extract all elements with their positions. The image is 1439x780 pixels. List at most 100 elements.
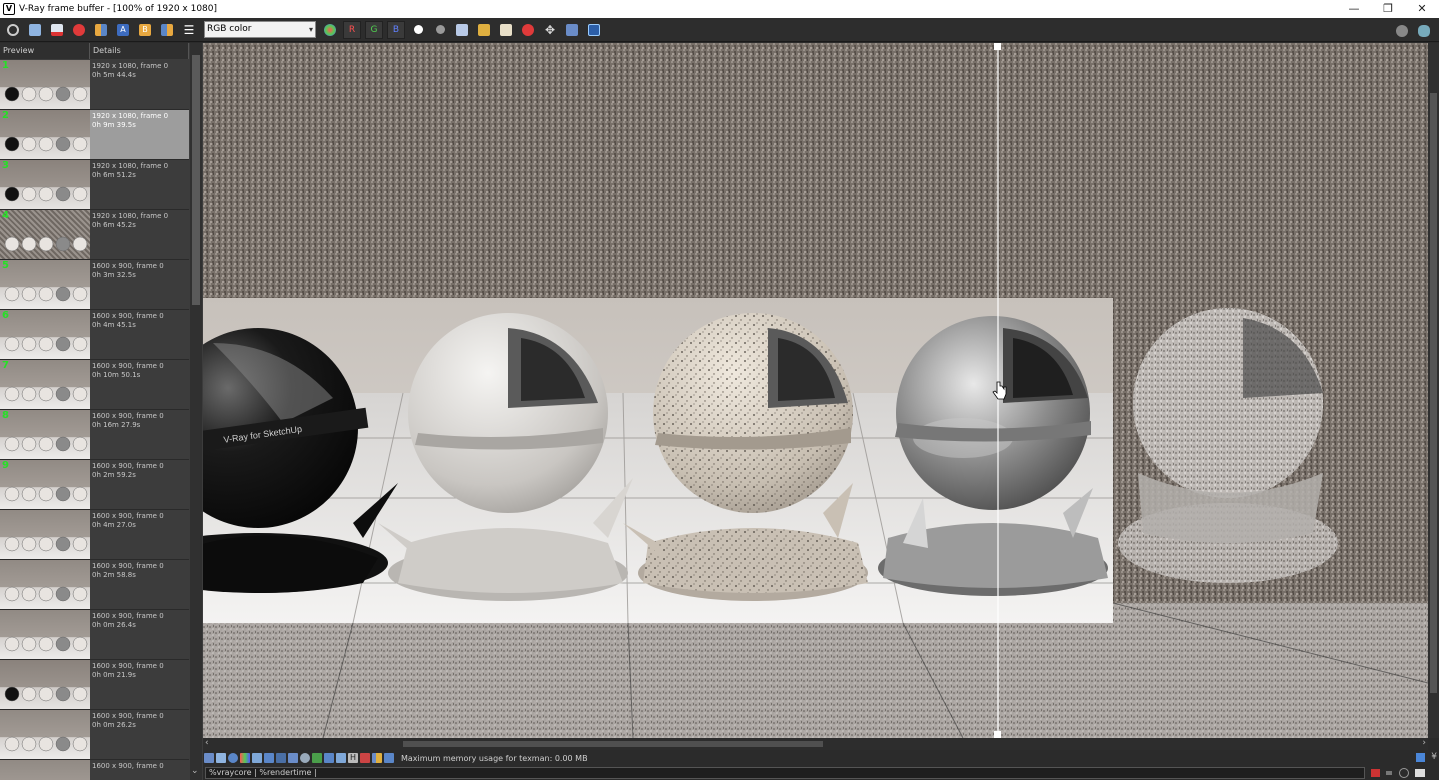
scroll-left-icon[interactable]: ‹ [205,738,209,748]
viewport-vertical-scrollbar[interactable] [1428,43,1439,738]
background-icon[interactable] [324,753,334,763]
history-scrollbar-thumb[interactable] [192,55,200,305]
channel-select-value: RGB color [207,24,252,34]
title-bar: V V-Ray frame buffer - [100% of 1920 x 1… [0,0,1439,18]
save-icon[interactable] [25,20,45,40]
viewport-horizontal-scrollbar[interactable]: ‹ › [203,738,1428,750]
history-item-resolution: 1920 x 1080, frame 0 [92,112,169,120]
stamp-font-icon[interactable] [1399,768,1409,778]
pixel-aspect-icon[interactable] [360,753,370,763]
sphere-icon[interactable] [1392,21,1412,41]
ocio-icon[interactable] [312,753,322,763]
save-all-icon[interactable] [47,20,67,40]
toggle-panel-icon[interactable] [1416,753,1425,762]
history-item[interactable]: 1600 x 900, frame 0 0h 0m 26.2s [0,710,189,760]
stamp-apply-icon[interactable] [1415,769,1425,777]
bloom-icon[interactable] [336,753,346,763]
curves-icon[interactable] [252,753,262,763]
history-item[interactable]: 1600 x 900, frame 0 0h 0m 26.4s [0,610,189,660]
history-scrollbar[interactable] [190,43,202,780]
history-thumbnail [0,410,90,459]
history-item[interactable]: 2 1920 x 1080, frame 0 0h 9m 39.5s [0,110,189,160]
stamp-color-icon[interactable] [1371,769,1380,777]
history-item[interactable]: 3 1920 x 1080, frame 0 0h 6m 51.2s [0,160,189,210]
history-item[interactable]: 9 1600 x 900, frame 0 0h 2m 59.2s [0,460,189,510]
set-a-icon[interactable]: A [113,20,133,40]
history-list: 1 1920 x 1080, frame 0 0h 5m 44.4s 2 1920 x … [0,60,189,780]
vfb-settings-icon[interactable] [228,753,238,763]
history-item[interactable]: 4 1920 x 1080, frame 0 0h 6m 45.2s [0,210,189,260]
alpha-icon[interactable] [430,20,450,40]
history-item-details: 1920 x 1080, frame 0 0h 6m 51.2s [92,162,168,180]
render-viewport[interactable]: V-Ray for SketchUp etchUp [203,43,1428,738]
divider-handle-bottom[interactable] [994,731,1001,738]
viewport-horizontal-scrollbar-thumb[interactable] [403,741,823,747]
details-column-header[interactable]: Details [90,43,189,59]
teapot-icon[interactable] [1414,21,1434,41]
history-thumbnail [0,460,90,509]
history-item[interactable]: 6 1600 x 900, frame 0 0h 4m 45.1s [0,310,189,360]
clear-image-icon[interactable] [496,20,516,40]
history-item-resolution: 1600 x 900, frame 0 [92,262,164,270]
track-mouse-icon[interactable]: ✥ [540,20,560,40]
history-item-details: 1600 x 900, frame 0 0h 2m 58.8s [92,562,164,580]
close-icon[interactable]: ✕ [1405,0,1439,18]
blue-channel-button[interactable]: B [387,20,405,39]
history-item-rendertime: 0h 4m 27.0s [92,521,136,529]
history-item[interactable]: 8 1600 x 900, frame 0 0h 16m 27.9s [0,410,189,460]
scroll-right-icon[interactable]: › [1422,738,1426,748]
power-icon[interactable] [3,20,23,40]
load-image-icon[interactable] [474,20,494,40]
info-icon[interactable] [384,753,394,763]
log-icon[interactable] [216,753,226,763]
compare-ab-icon[interactable] [91,20,111,40]
exposure-icon[interactable] [276,753,286,763]
history-item[interactable]: 1600 x 900, frame 0 0h 2m 58.8s [0,560,189,610]
lens-effects-icon[interactable] [584,20,604,40]
save-image-icon[interactable] [452,20,472,40]
stop-render-icon[interactable] [518,20,538,40]
history-item-resolution: 1600 x 900, frame 0 [92,412,164,420]
history-thumbnail [0,310,90,359]
hsv-icon[interactable] [264,753,274,763]
history-item[interactable]: 7 1600 x 900, frame 0 0h 10m 50.1s [0,360,189,410]
h-icon[interactable]: H [348,753,358,763]
restore-icon[interactable]: ❐ [1371,0,1405,18]
set-b-icon[interactable]: B [135,20,155,40]
clear-icon[interactable] [69,20,89,40]
history-item[interactable]: 5 1600 x 900, frame 0 0h 3m 32.5s [0,260,189,310]
history-item[interactable]: 1600 x 900, frame 0 0h 4m 27.0s [0,510,189,560]
lut-icon[interactable] [300,753,310,763]
viewport-vertical-scrollbar-thumb[interactable] [1430,93,1437,693]
divider-handle-top[interactable] [994,43,1001,50]
chevron-down-icon[interactable]: ⌄ [191,766,199,776]
levels-icon[interactable] [240,753,250,763]
history-item-resolution: 1920 x 1080, frame 0 [92,212,169,220]
color-correction-icon[interactable] [320,20,340,40]
noisy-material-sphere [1118,308,1338,583]
history-item-details: 1600 x 900, frame 0 0h 0m 21.9s [92,662,164,680]
history-item[interactable]: 1 1920 x 1080, frame 0 0h 5m 44.4s [0,60,189,110]
history-item-resolution: 1600 x 900, frame 0 [92,662,164,670]
stamp-align-icon[interactable] [1386,771,1392,775]
channel-select[interactable]: RGB color ▾ [204,21,316,38]
preview-column-header[interactable]: Preview [0,43,90,59]
red-channel-button[interactable]: R [343,20,361,39]
green-channel-button[interactable]: G [365,20,383,39]
history-item-rendertime: 0h 5m 44.4s [92,71,136,79]
swap-ab-icon[interactable] [157,20,177,40]
history-item[interactable]: 1600 x 900, frame 0 [0,760,189,780]
history-item-number: 8 [2,410,9,421]
stamp-input[interactable]: %vraycore | %rendertime | [205,767,1365,779]
region-render-icon[interactable] [562,20,582,40]
white-balance-icon[interactable] [288,753,298,763]
history-thumbnail [0,360,90,409]
history-item[interactable]: 1600 x 900, frame 0 0h 0m 21.9s [0,660,189,710]
minimize-icon[interactable]: — [1337,0,1371,18]
history-menu-icon[interactable]: ☰ [179,20,199,40]
mono-icon[interactable] [408,20,428,40]
expand-icon[interactable]: ¥ [1431,752,1437,762]
sRGB-icon[interactable] [372,753,382,763]
stamp-toggle-icon[interactable] [204,753,214,763]
history-item-resolution: 1600 x 900, frame 0 [92,762,164,770]
